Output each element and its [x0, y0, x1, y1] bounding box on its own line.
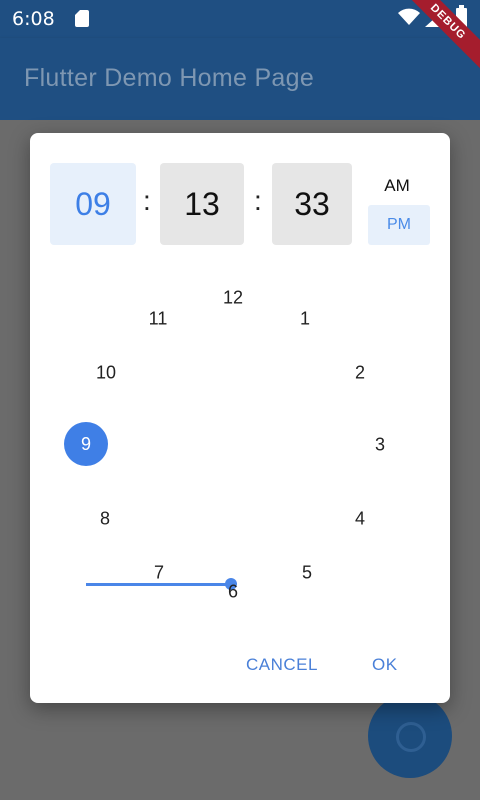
dial-number-11[interactable]: 11 [149, 309, 168, 330]
cancel-button[interactable]: CANCEL [246, 653, 318, 677]
add-icon [396, 722, 426, 752]
dial-selected-hour[interactable]: 9 [64, 422, 108, 466]
second-field[interactable]: 33 [272, 163, 352, 245]
dial-number-2[interactable]: 2 [355, 363, 365, 384]
dial-number-4[interactable]: 4 [355, 509, 365, 530]
status-time: 6:08 [12, 8, 55, 30]
minute-field[interactable]: 13 [160, 163, 244, 245]
dial-number-7[interactable]: 7 [154, 563, 164, 584]
time-separator: : [254, 185, 262, 216]
time-picker-dialog: 09 : 13 : 33 AM PM 12 1 2 3 4 5 6 7 8 10… [30, 133, 450, 703]
hour-field[interactable]: 09 [50, 163, 136, 245]
dial-number-1[interactable]: 1 [300, 309, 310, 330]
sim-card-icon [75, 10, 89, 27]
dial-number-12[interactable]: 12 [223, 288, 243, 309]
dial-number-3[interactable]: 3 [375, 435, 385, 456]
status-bar: 6:08 [0, 0, 480, 38]
am-toggle[interactable]: AM [368, 169, 426, 203]
dial-number-8[interactable]: 8 [100, 509, 110, 530]
app-bar-title: Flutter Demo Home Page [24, 64, 315, 92]
wifi-icon [398, 8, 420, 25]
pm-toggle[interactable]: PM [368, 205, 430, 245]
time-separator: : [143, 185, 151, 216]
dial-number-10[interactable]: 10 [96, 363, 116, 384]
dial-number-6[interactable]: 6 [228, 582, 238, 603]
app-bar: Flutter Demo Home Page [0, 38, 480, 120]
dial-number-5[interactable]: 5 [302, 563, 312, 584]
floating-action-button[interactable] [368, 694, 452, 778]
ok-button[interactable]: OK [372, 653, 398, 677]
